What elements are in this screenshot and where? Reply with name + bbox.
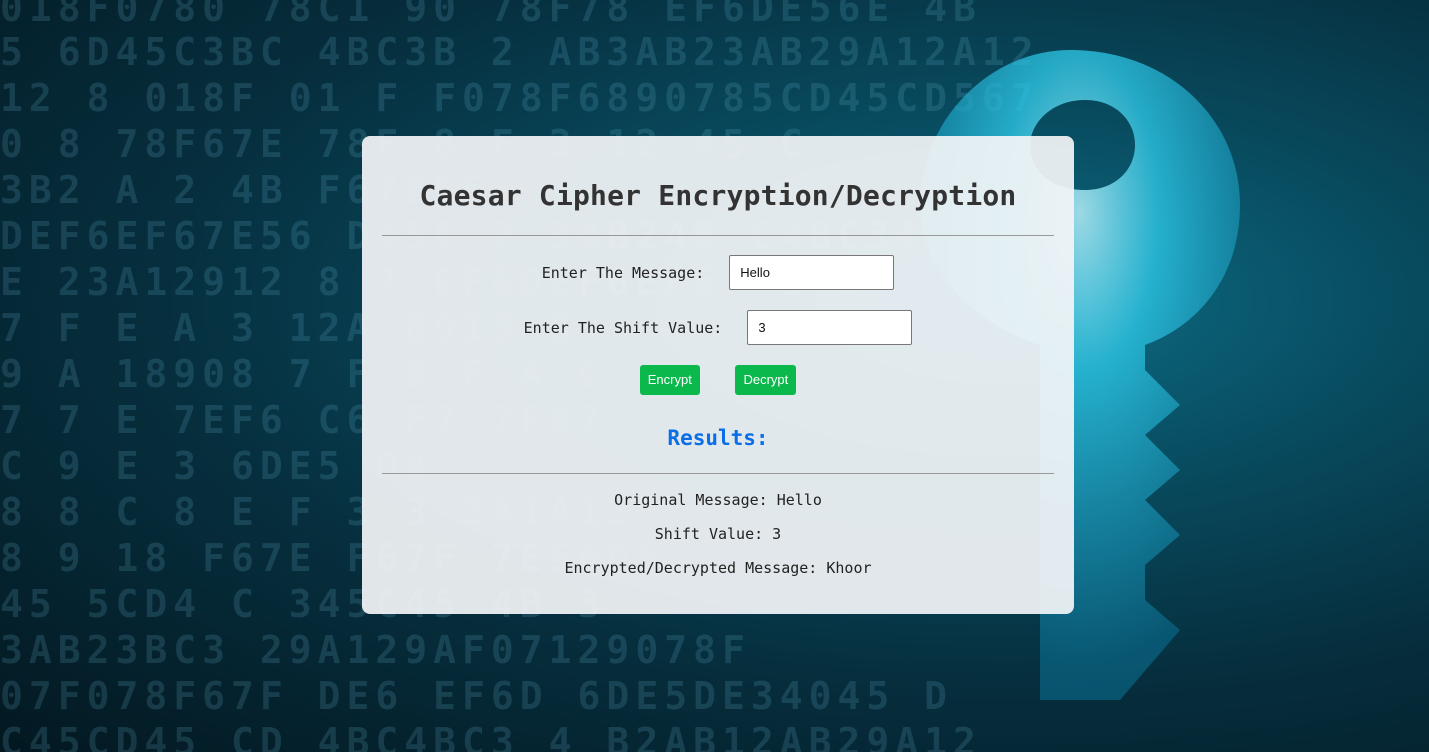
results-divider <box>382 473 1054 474</box>
encrypt-button[interactable]: Encrypt <box>639 365 700 395</box>
message-label: Enter The Message: <box>541 263 705 282</box>
bg-code-row: 3AB23BC3 29A129AF07129078F <box>0 628 751 672</box>
bg-code-row: 07F078F67F DE6 EF6D 6DE5DE34045 D <box>0 674 953 718</box>
results-heading: Results: <box>667 426 769 450</box>
shift-row: Enter The Shift Value: <box>362 310 1074 345</box>
title-divider <box>382 235 1054 236</box>
original-message-text: Original Message: Hello <box>614 491 822 509</box>
bg-code-row: C45CD45 CD 4BC4BC3 4 B2AB12AB29A12 <box>0 720 982 752</box>
cipher-card: Caesar Cipher Encryption/Decryption Ente… <box>362 136 1074 614</box>
shift-label: Enter The Shift Value: <box>523 318 723 337</box>
decrypt-button[interactable]: Decrypt <box>735 365 797 395</box>
shift-value-text: Shift Value: 3 <box>654 525 782 543</box>
page-title: Caesar Cipher Encryption/Decryption <box>419 179 1017 212</box>
output-message-text: Encrypted/Decrypted Message: Khoor <box>564 559 872 577</box>
message-input[interactable] <box>729 255 895 290</box>
shift-input[interactable] <box>747 310 913 345</box>
message-row: Enter The Message: <box>362 255 1074 290</box>
bg-code-row: 018F0780 78C1 90 78F78 EF6DE56E 4B <box>0 0 982 30</box>
action-buttons: Encrypt Decrypt <box>362 365 1074 395</box>
